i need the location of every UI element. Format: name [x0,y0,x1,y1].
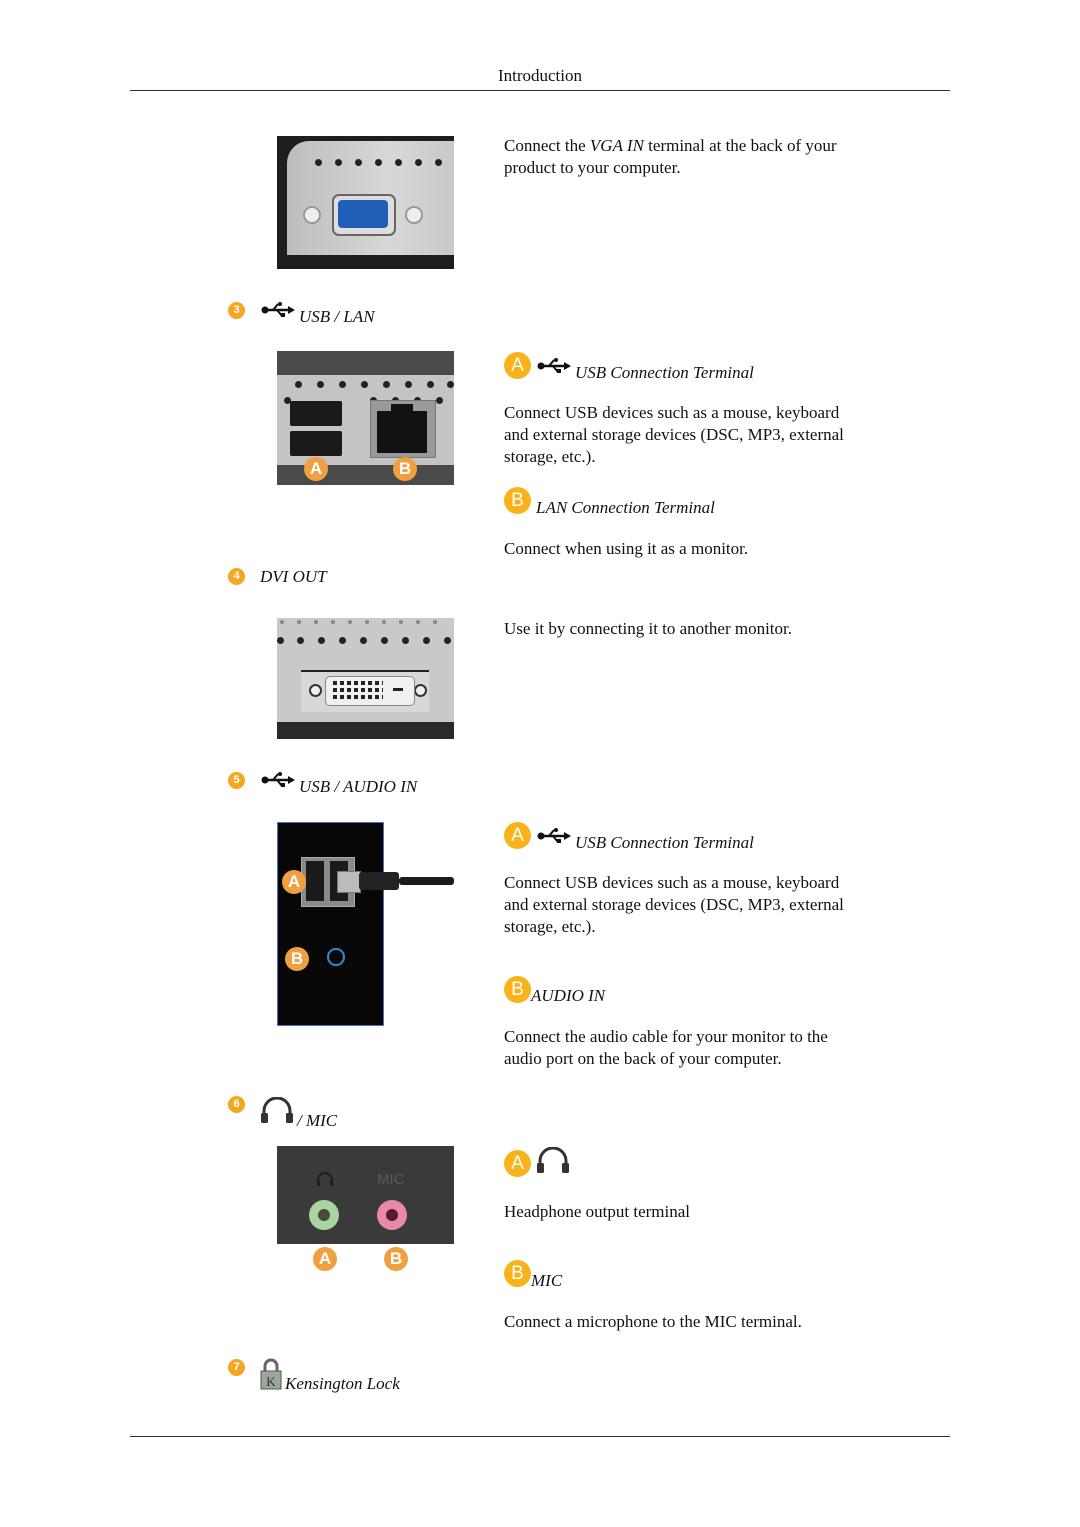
page-header-title: Introduction [497,66,583,85]
item-badge-a: A [504,352,531,379]
item-title-mic: MIC [531,1271,563,1290]
item-description-lan: Connect when using it as a monitor. [504,539,749,558]
item-badge-a: A [504,822,531,849]
headphone-mic-port-image: MIC A B [277,1146,454,1276]
section-number-badge: 6 [228,1096,245,1113]
svg-text:K: K [266,1374,276,1389]
headphone-icon [317,1172,333,1186]
section-title-mic: / MIC [297,1111,338,1130]
item-description-headphone: Headphone output terminal [504,1202,691,1221]
item-title-usb-connection: USB Connection Terminal [575,363,754,382]
item-badge-b: B [504,1260,531,1287]
kensington-lock-icon: K [260,1358,282,1390]
item-title-lan-connection: LAN Connection Terminal [536,498,715,517]
item-description-usb: Connect USB devices such as a mouse, key… [504,403,844,466]
image-label-b: B [285,947,309,971]
section-title-usb-audio-in: USB / AUDIO IN [299,777,418,796]
usb-icon [537,828,571,843]
vga-port-image [277,136,454,269]
headphone-icon [261,1097,293,1123]
vga-description: Connect the VGA IN terminal at the back … [504,136,837,177]
item-title-usb-connection: USB Connection Terminal [575,833,754,852]
dvi-port-image [277,618,454,739]
image-label-b: B [393,457,417,481]
section-number-badge: 7 [228,1359,245,1376]
usb-icon [537,358,571,373]
footer-rule [130,1436,950,1437]
image-label-a: A [313,1247,337,1271]
section-number-badge: 4 [228,568,245,585]
section-number-badge: 3 [228,302,245,319]
item-description-audio-in: Connect the audio cable for your monitor… [504,1027,828,1068]
item-badge-a: A [504,1150,531,1177]
usb-lan-port-image: A B [277,351,454,485]
section-number-badge: 5 [228,772,245,789]
image-label-b: B [384,1247,408,1271]
item-description-mic: Connect a microphone to the MIC terminal… [504,1312,802,1331]
section-title-usb-lan: USB / LAN [299,307,375,326]
section-title-kensington-lock: Kensington Lock [285,1374,400,1393]
section-title-dvi-out: DVI OUT [260,567,327,586]
item-title-audio-in: AUDIO IN [531,986,606,1005]
panel-mic-label: MIC [377,1171,405,1188]
usb-icon [261,302,295,317]
usb-icon [261,772,295,787]
image-label-a: A [304,457,328,481]
headphone-icon [537,1147,569,1173]
header-rule [130,90,950,91]
dvi-description: Use it by connecting it to another monit… [504,619,793,638]
image-label-a: A [282,870,306,894]
item-badge-b: B [504,976,531,1003]
usb-audio-port-image: A B [277,822,454,1027]
item-description-usb: Connect USB devices such as a mouse, key… [504,873,844,936]
item-badge-b: B [504,487,531,514]
